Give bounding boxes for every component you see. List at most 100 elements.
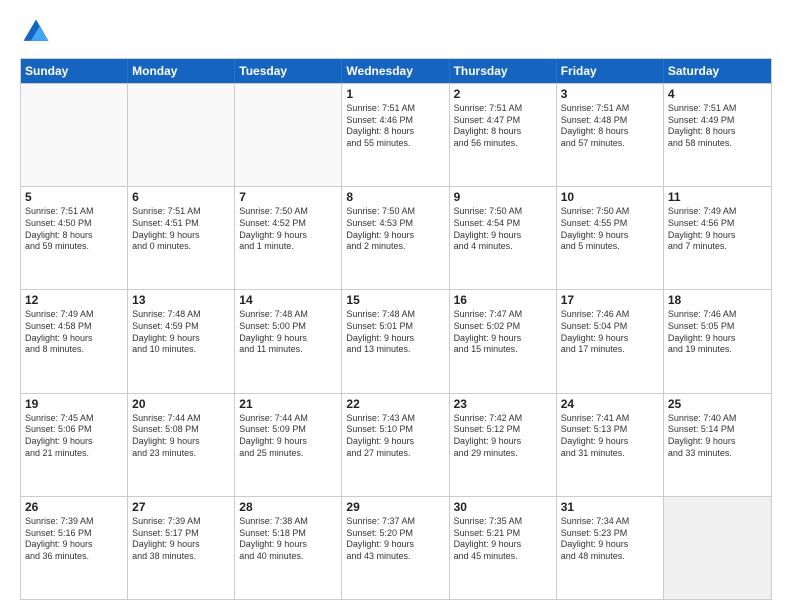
header-day-sunday: Sunday — [21, 59, 128, 83]
cell-info: Sunrise: 7:49 AM Sunset: 4:58 PM Dayligh… — [25, 309, 123, 356]
cell-info: Sunrise: 7:51 AM Sunset: 4:46 PM Dayligh… — [346, 103, 444, 150]
cell-info: Sunrise: 7:41 AM Sunset: 5:13 PM Dayligh… — [561, 413, 659, 460]
day-number: 6 — [132, 190, 230, 204]
header-day-saturday: Saturday — [664, 59, 771, 83]
cal-cell-21: 21 Sunrise: 7:44 AM Sunset: 5:09 PM Dayli… — [235, 394, 342, 496]
cell-info: Sunrise: 7:46 AM Sunset: 5:04 PM Dayligh… — [561, 309, 659, 356]
cell-info: Sunrise: 7:47 AM Sunset: 5:02 PM Dayligh… — [454, 309, 552, 356]
day-number: 11 — [668, 190, 767, 204]
cell-info: Sunrise: 7:51 AM Sunset: 4:51 PM Dayligh… — [132, 206, 230, 253]
day-number: 10 — [561, 190, 659, 204]
cal-cell-28: 28Sunrise: 7:38 AM Sunset: 5:18 PM Dayli… — [235, 497, 342, 599]
cell-info: Sunrise: 7:51 AM Sunset: 4:48 PM Dayligh… — [561, 103, 659, 150]
day-number: 12 — [25, 293, 123, 307]
cal-cell-18: 18 Sunrise: 7:46 AM Sunset: 5:05 PM Dayli… — [664, 290, 771, 392]
cal-cell-27: 27 Sunrise: 7:39 AM Sunset: 5:17 PM Dayli… — [128, 497, 235, 599]
day-number: 1 — [346, 87, 444, 101]
cell-info: Sunrise: 7:39 AM Sunset: 5:17 PM Dayligh… — [132, 516, 230, 563]
cal-cell-2: 2Sunrise: 7:51 AM Sunset: 4:47 PM Daylig… — [450, 84, 557, 186]
calendar-row-4: 26 Sunrise: 7:39 AM Sunset: 5:16 PM Dayli… — [21, 496, 771, 599]
cell-info: Sunrise: 7:34 AM Sunset: 5:23 PM Dayligh… — [561, 516, 659, 563]
cell-info: Sunrise: 7:35 AM Sunset: 5:21 PM Dayligh… — [454, 516, 552, 563]
calendar-header: SundayMondayTuesdayWednesdayThursdayFrid… — [21, 59, 771, 83]
cal-cell-30: 30 Sunrise: 7:35 AM Sunset: 5:21 PM Dayli… — [450, 497, 557, 599]
cal-cell-24: 24 Sunrise: 7:41 AM Sunset: 5:13 PM Dayli… — [557, 394, 664, 496]
cell-info: Sunrise: 7:48 AM Sunset: 5:01 PM Dayligh… — [346, 309, 444, 356]
cal-cell-23: 23 Sunrise: 7:42 AM Sunset: 5:12 PM Dayli… — [450, 394, 557, 496]
cal-cell-3: 3Sunrise: 7:51 AM Sunset: 4:48 PM Daylig… — [557, 84, 664, 186]
cal-cell-7: 7 Sunrise: 7:50 AM Sunset: 4:52 PM Daylig… — [235, 187, 342, 289]
day-number: 20 — [132, 397, 230, 411]
header — [20, 16, 772, 48]
cal-cell-12: 12 Sunrise: 7:49 AM Sunset: 4:58 PM Dayli… — [21, 290, 128, 392]
cell-info: Sunrise: 7:51 AM Sunset: 4:50 PM Dayligh… — [25, 206, 123, 253]
page: SundayMondayTuesdayWednesdayThursdayFrid… — [0, 0, 792, 612]
header-day-wednesday: Wednesday — [342, 59, 449, 83]
calendar-row-0: 1 Sunrise: 7:51 AM Sunset: 4:46 PM Daylig… — [21, 83, 771, 186]
calendar-row-2: 12 Sunrise: 7:49 AM Sunset: 4:58 PM Dayli… — [21, 289, 771, 392]
cell-info: Sunrise: 7:37 AM Sunset: 5:20 PM Dayligh… — [346, 516, 444, 563]
day-number: 18 — [668, 293, 767, 307]
cell-info: Sunrise: 7:44 AM Sunset: 5:09 PM Dayligh… — [239, 413, 337, 460]
header-day-tuesday: Tuesday — [235, 59, 342, 83]
cal-cell-15: 15 Sunrise: 7:48 AM Sunset: 5:01 PM Dayli… — [342, 290, 449, 392]
cal-cell-1: 1 Sunrise: 7:51 AM Sunset: 4:46 PM Daylig… — [342, 84, 449, 186]
cal-cell-20: 20 Sunrise: 7:44 AM Sunset: 5:08 PM Dayli… — [128, 394, 235, 496]
cell-info: Sunrise: 7:49 AM Sunset: 4:56 PM Dayligh… — [668, 206, 767, 253]
cal-cell-empty-0-2 — [235, 84, 342, 186]
cal-cell-16: 16 Sunrise: 7:47 AM Sunset: 5:02 PM Dayli… — [450, 290, 557, 392]
day-number: 31 — [561, 500, 659, 514]
cal-cell-22: 22Sunrise: 7:43 AM Sunset: 5:10 PM Dayli… — [342, 394, 449, 496]
day-number: 30 — [454, 500, 552, 514]
cell-info: Sunrise: 7:39 AM Sunset: 5:16 PM Dayligh… — [25, 516, 123, 563]
cal-cell-6: 6 Sunrise: 7:51 AM Sunset: 4:51 PM Daylig… — [128, 187, 235, 289]
day-number: 19 — [25, 397, 123, 411]
calendar-row-3: 19 Sunrise: 7:45 AM Sunset: 5:06 PM Dayli… — [21, 393, 771, 496]
day-number: 4 — [668, 87, 767, 101]
cal-cell-8: 8 Sunrise: 7:50 AM Sunset: 4:53 PM Daylig… — [342, 187, 449, 289]
day-number: 13 — [132, 293, 230, 307]
day-number: 5 — [25, 190, 123, 204]
cal-cell-empty-0-0 — [21, 84, 128, 186]
day-number: 26 — [25, 500, 123, 514]
day-number: 8 — [346, 190, 444, 204]
logo-icon — [20, 16, 52, 48]
cell-info: Sunrise: 7:48 AM Sunset: 5:00 PM Dayligh… — [239, 309, 337, 356]
cell-info: Sunrise: 7:48 AM Sunset: 4:59 PM Dayligh… — [132, 309, 230, 356]
day-number: 23 — [454, 397, 552, 411]
day-number: 15 — [346, 293, 444, 307]
cell-info: Sunrise: 7:43 AM Sunset: 5:10 PM Dayligh… — [346, 413, 444, 460]
cell-info: Sunrise: 7:51 AM Sunset: 4:47 PM Dayligh… — [454, 103, 552, 150]
day-number: 28 — [239, 500, 337, 514]
cal-cell-4: 4 Sunrise: 7:51 AM Sunset: 4:49 PM Daylig… — [664, 84, 771, 186]
day-number: 24 — [561, 397, 659, 411]
cell-info: Sunrise: 7:51 AM Sunset: 4:49 PM Dayligh… — [668, 103, 767, 150]
header-day-friday: Friday — [557, 59, 664, 83]
cell-info: Sunrise: 7:50 AM Sunset: 4:54 PM Dayligh… — [454, 206, 552, 253]
day-number: 21 — [239, 397, 337, 411]
day-number: 17 — [561, 293, 659, 307]
cal-cell-19: 19 Sunrise: 7:45 AM Sunset: 5:06 PM Dayli… — [21, 394, 128, 496]
cell-info: Sunrise: 7:50 AM Sunset: 4:53 PM Dayligh… — [346, 206, 444, 253]
day-number: 16 — [454, 293, 552, 307]
cal-cell-26: 26 Sunrise: 7:39 AM Sunset: 5:16 PM Dayli… — [21, 497, 128, 599]
cell-info: Sunrise: 7:44 AM Sunset: 5:08 PM Dayligh… — [132, 413, 230, 460]
cal-cell-14: 14 Sunrise: 7:48 AM Sunset: 5:00 PM Dayli… — [235, 290, 342, 392]
cal-cell-25: 25Sunrise: 7:40 AM Sunset: 5:14 PM Dayli… — [664, 394, 771, 496]
cal-cell-29: 29 Sunrise: 7:37 AM Sunset: 5:20 PM Dayli… — [342, 497, 449, 599]
cal-cell-31: 31 Sunrise: 7:34 AM Sunset: 5:23 PM Dayli… — [557, 497, 664, 599]
cal-cell-empty-4-6 — [664, 497, 771, 599]
day-number: 14 — [239, 293, 337, 307]
day-number: 9 — [454, 190, 552, 204]
day-number: 7 — [239, 190, 337, 204]
logo — [20, 16, 56, 48]
cell-info: Sunrise: 7:50 AM Sunset: 4:55 PM Dayligh… — [561, 206, 659, 253]
day-number: 27 — [132, 500, 230, 514]
day-number: 29 — [346, 500, 444, 514]
cell-info: Sunrise: 7:46 AM Sunset: 5:05 PM Dayligh… — [668, 309, 767, 356]
cal-cell-9: 9 Sunrise: 7:50 AM Sunset: 4:54 PM Daylig… — [450, 187, 557, 289]
calendar-body: 1 Sunrise: 7:51 AM Sunset: 4:46 PM Daylig… — [21, 83, 771, 599]
cell-info: Sunrise: 7:45 AM Sunset: 5:06 PM Dayligh… — [25, 413, 123, 460]
cell-info: Sunrise: 7:42 AM Sunset: 5:12 PM Dayligh… — [454, 413, 552, 460]
cell-info: Sunrise: 7:50 AM Sunset: 4:52 PM Dayligh… — [239, 206, 337, 253]
